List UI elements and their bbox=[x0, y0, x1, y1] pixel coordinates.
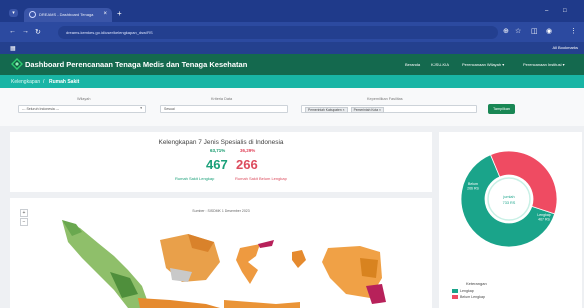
kriteria-label: Kriteria Data bbox=[211, 97, 233, 101]
breadcrumb-parent[interactable]: Kelengkapan bbox=[11, 79, 40, 85]
legend-swatch-belum-lengkap bbox=[452, 295, 458, 300]
indonesia-choropleth-map[interactable] bbox=[10, 198, 432, 308]
lengkap-label[interactable]: Rumah Sakit Lengkap bbox=[175, 176, 214, 181]
legend-label-belum-lengkap: Belum Lengkap bbox=[460, 295, 485, 299]
chevron-down-icon: ▾ bbox=[140, 106, 142, 110]
donut-label-belum-lengkap: Belum bbox=[468, 182, 478, 186]
map-region-papua-south bbox=[366, 284, 386, 304]
menu-beranda[interactable]: Beranda bbox=[405, 62, 420, 67]
url-text: dreams.kemkes.go.id/user/kelengkapan_dsw… bbox=[66, 30, 153, 35]
filter-bar: Wilayah --- Seluruh Indonesia --- ▾ Krit… bbox=[0, 88, 584, 126]
new-tab-icon[interactable]: + bbox=[117, 9, 122, 18]
browser-toolbar: ← → ↻ dreams.kemkes.go.id/user/kelengkap… bbox=[0, 22, 584, 42]
donut-center bbox=[487, 177, 531, 221]
donut-label-lengkap: Lengkap bbox=[537, 213, 550, 217]
legend-item-belum-lengkap[interactable]: Belum Lengkap bbox=[452, 295, 485, 300]
reload-icon[interactable]: ↻ bbox=[35, 28, 41, 36]
map-region-sulawesi-north bbox=[258, 240, 274, 248]
breadcrumb-separator: / bbox=[43, 79, 45, 85]
wilayah-label: Wilayah bbox=[77, 97, 91, 101]
chip-pemerintah-kota[interactable]: Pemerintah Kota × bbox=[350, 107, 384, 113]
wilayah-value: --- Seluruh Indonesia --- bbox=[22, 107, 60, 111]
breadcrumb-current: Rumah Sakit bbox=[49, 79, 80, 85]
tab-title: DREAMS - Dashboard Tenaga bbox=[39, 12, 94, 17]
extensions-icon[interactable]: ◫ bbox=[531, 27, 538, 35]
back-icon[interactable]: ← bbox=[9, 28, 16, 35]
chip-pemerintah-kabupaten[interactable]: Pemerintah Kabupaten × bbox=[305, 107, 348, 113]
bookmark-star-icon[interactable]: ☆ bbox=[515, 27, 521, 35]
belum-lengkap-label[interactable]: Rumah Sakit Belum Lengkap bbox=[235, 176, 287, 181]
map-region-sulawesi bbox=[236, 244, 260, 284]
map-region-papua-highlands bbox=[360, 258, 378, 278]
kepemilikan-label: Kepemilikan Fasilitas bbox=[367, 97, 403, 101]
map-region-nusa-tenggara bbox=[224, 300, 300, 308]
donut-label-belum-lengkap: 266 RS bbox=[467, 187, 479, 191]
legend-item-lengkap[interactable]: Lengkap bbox=[452, 289, 474, 294]
kepemilikan-multiselect[interactable]: Pemerintah Kabupaten × Pemerintah Kota × bbox=[301, 105, 477, 113]
kriteria-select[interactable]: Sesuai bbox=[160, 105, 288, 113]
kriteria-value: Sesuai bbox=[164, 107, 175, 111]
forward-icon[interactable]: → bbox=[22, 28, 29, 35]
donut-center-value: 733 RS bbox=[503, 201, 516, 205]
browser-tab-bar: ▾ DREAMS - Dashboard Tenaga × + – □ bbox=[0, 0, 584, 22]
breadcrumb: Kelengkapan / Rumah Sakit bbox=[0, 75, 584, 88]
browser-tab[interactable]: DREAMS - Dashboard Tenaga × bbox=[24, 8, 112, 22]
translate-icon[interactable]: ⊕ bbox=[503, 27, 509, 35]
lengkap-count: 467 bbox=[206, 157, 228, 172]
apply-filter-button[interactable]: Tampilkan bbox=[488, 104, 515, 114]
legend-label-lengkap: Lengkap bbox=[460, 289, 474, 293]
donut-label-lengkap: 467 RS bbox=[538, 218, 550, 222]
summary-card: Kelengkapan 7 Jenis Spesialis di Indones… bbox=[10, 132, 432, 192]
app-header: Dashboard Perencanaan Tenaga Medis dan T… bbox=[0, 54, 584, 75]
menu-perencanaan-wilayah[interactable]: Perencanaan Wilayah ▾ bbox=[462, 62, 504, 67]
menu-kjsu-kia[interactable]: KJSU-KIA bbox=[431, 62, 449, 67]
tab-favicon-icon bbox=[29, 11, 36, 18]
belum-lengkap-count: 266 bbox=[236, 157, 258, 172]
summary-title: Kelengkapan 7 Jenis Spesialis di Indones… bbox=[158, 139, 284, 146]
donut-card: jumlah 733 RS Lengkap 467 RS Belum 266 RS bbox=[439, 132, 582, 308]
legend-swatch-lengkap bbox=[452, 289, 458, 294]
menu-perencanaan-institusi[interactable]: Perencanaan Institusi ▾ bbox=[523, 62, 565, 67]
lengkap-percent: 63,71% bbox=[210, 148, 226, 153]
app-title: Dashboard Perencanaan Tenaga Medis dan T… bbox=[25, 60, 248, 69]
wilayah-select[interactable]: --- Seluruh Indonesia --- ▾ bbox=[18, 105, 146, 113]
completeness-donut-chart[interactable]: jumlah 733 RS Lengkap467 RS Belum266 RS bbox=[439, 132, 582, 272]
belum-lengkap-percent: 36,29% bbox=[240, 148, 256, 153]
apps-grid-icon[interactable]: ▦ bbox=[10, 45, 16, 52]
map-card: Sumber : SISDMK 1 Desember 2023 + − bbox=[10, 198, 432, 308]
profile-icon[interactable]: ◉ bbox=[546, 27, 552, 35]
minimize-icon[interactable]: – bbox=[545, 8, 548, 14]
map-region-java bbox=[138, 298, 220, 308]
bookmarks-bar: ▦ All Bookmarks bbox=[0, 42, 584, 54]
donut-center-label: jumlah bbox=[502, 195, 514, 199]
maximize-icon[interactable]: □ bbox=[563, 8, 567, 14]
browser-menu-icon[interactable]: ▾ bbox=[9, 9, 18, 17]
browser-more-icon[interactable]: ⋮ bbox=[570, 27, 577, 35]
map-region-maluku bbox=[292, 250, 306, 268]
legend-title: Keterangan bbox=[466, 281, 487, 286]
ministry-logo-icon bbox=[11, 58, 23, 70]
close-tab-icon[interactable]: × bbox=[103, 11, 107, 17]
all-bookmarks-link[interactable]: All Bookmarks bbox=[552, 45, 578, 50]
address-bar[interactable]: dreams.kemkes.go.id/user/kelengkapan_dsw… bbox=[58, 26, 498, 39]
